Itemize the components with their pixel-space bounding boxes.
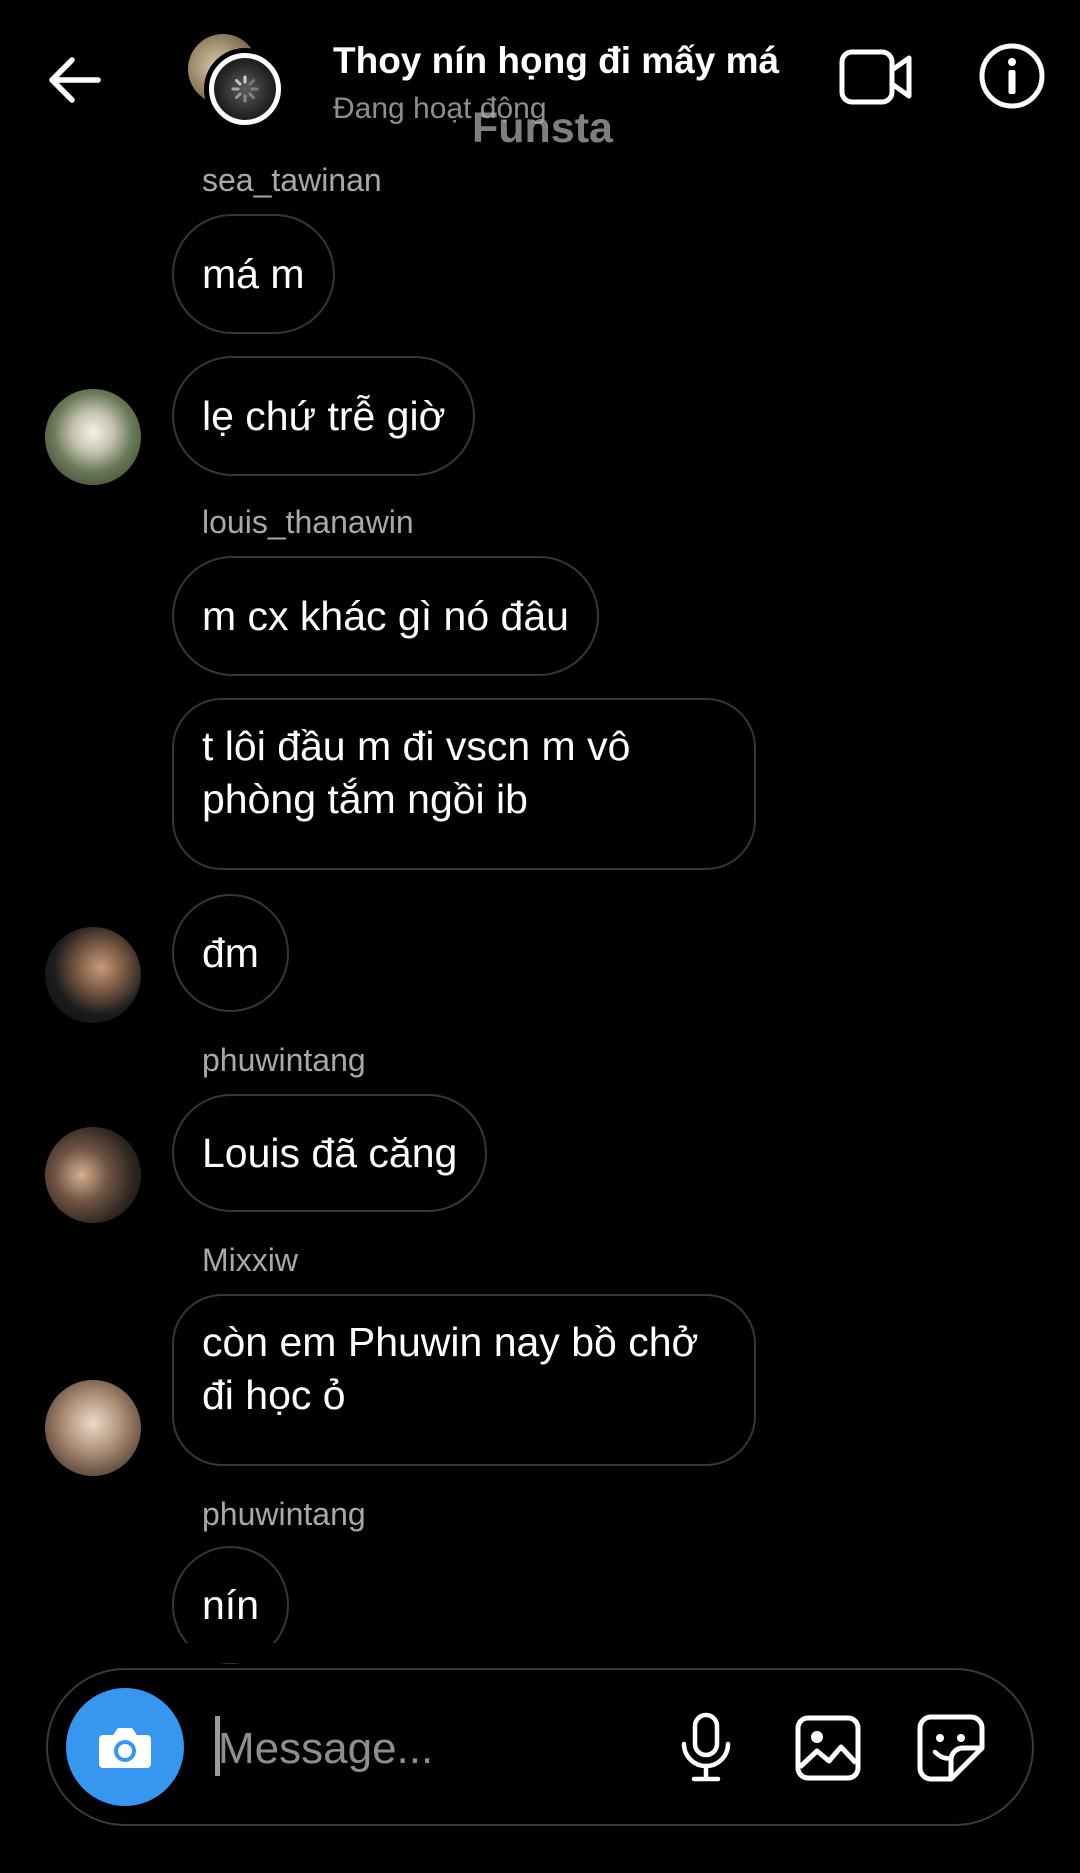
video-call-button[interactable] [836, 42, 916, 112]
sender-name: phuwintang [202, 1496, 366, 1532]
sticker-icon [917, 1714, 985, 1782]
member-avatar-front [204, 48, 286, 130]
group-avatar[interactable] [188, 30, 300, 130]
sender-name: louis_thanawin [202, 504, 414, 540]
info-button[interactable] [976, 40, 1048, 112]
sender-name: sea_tawinan [202, 162, 382, 198]
video-call-icon [839, 49, 912, 105]
voice-message-button[interactable] [670, 1708, 742, 1788]
sender-avatar[interactable] [45, 927, 141, 1023]
sender-avatar[interactable] [45, 1127, 141, 1223]
sender-name: Mixxiw [202, 1242, 298, 1278]
back-button[interactable] [40, 45, 110, 115]
message-bubble[interactable]: lẹ chứ trễ giờ [172, 356, 476, 476]
message-bubble[interactable]: t lôi đầu m đi vscn m vô phòng tắm ngồi … [172, 698, 756, 870]
loading-spinner-icon [231, 75, 259, 103]
camera-icon [99, 1728, 151, 1768]
message-bubble[interactable]: Louis đã căng [172, 1094, 488, 1212]
gallery-button[interactable] [790, 1710, 866, 1786]
camera-button[interactable] [66, 1688, 184, 1806]
message-bubble[interactable]: còn em Phuwin nay bồ chở đi học ỏ [172, 1294, 756, 1466]
sender-avatar[interactable] [45, 1380, 141, 1476]
microphone-icon [681, 1712, 731, 1782]
message-bubble[interactable]: đm [172, 894, 289, 1012]
sender-name: phuwintang [202, 1042, 366, 1078]
chat-title[interactable]: Thoy nín họng đi mấy má [333, 40, 779, 82]
info-icon [979, 43, 1045, 109]
sticker-button[interactable] [913, 1710, 989, 1786]
back-arrow-icon [49, 57, 101, 103]
message-bubble[interactable]: má m [172, 214, 335, 334]
message-bubble[interactable]: m cx khác gì nó đâu [172, 556, 599, 676]
app-watermark: Funsta [472, 104, 613, 152]
gallery-icon [795, 1715, 861, 1781]
thread-fade [0, 1643, 1080, 1663]
sender-avatar[interactable] [45, 389, 141, 485]
message-input[interactable] [216, 1718, 660, 1780]
